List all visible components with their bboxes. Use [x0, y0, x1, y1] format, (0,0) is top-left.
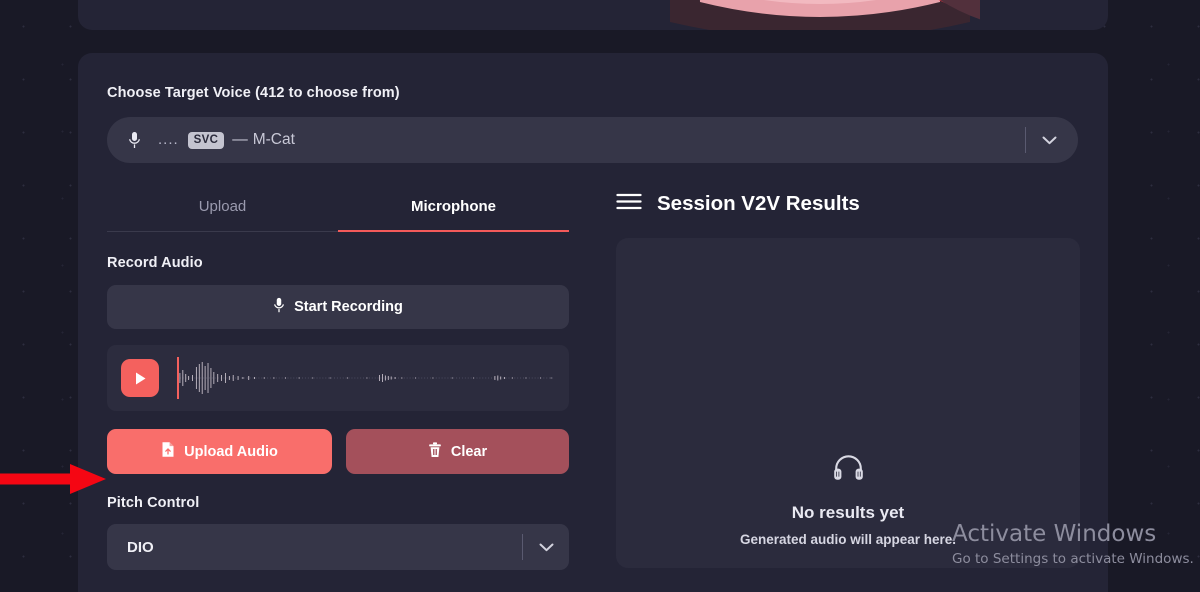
file-upload-icon: [161, 441, 175, 462]
play-button[interactable]: [121, 359, 159, 397]
target-voice-select[interactable]: .... SVC — M-Cat: [107, 117, 1078, 163]
empty-results-title: No results yet: [791, 503, 905, 522]
record-audio-label: Record Audio: [107, 255, 203, 271]
results-header: Session V2V Results: [616, 189, 1078, 216]
tab-upload[interactable]: Upload: [107, 189, 338, 231]
voice-display-name: M-Cat: [252, 131, 295, 148]
results-title: Session V2V Results: [657, 192, 860, 215]
anime-mouth-illustration: [670, 0, 980, 30]
results-panel: No results yet Generated audio will appe…: [616, 238, 1080, 568]
clear-button[interactable]: Clear: [346, 429, 569, 474]
microphone-icon: [273, 297, 285, 318]
audio-action-row: Upload Audio Clear: [107, 429, 569, 474]
empty-results-state: No results yet Generated audio will appe…: [616, 454, 1080, 547]
start-recording-button[interactable]: Start Recording: [107, 285, 569, 329]
tab-microphone[interactable]: Microphone: [338, 189, 569, 232]
choose-target-voice-label: Choose Target Voice (412 to choose from): [107, 85, 400, 101]
play-icon: [135, 372, 145, 384]
clear-label: Clear: [450, 443, 488, 460]
results-column: Session V2V Results No results yet Gener…: [616, 189, 1080, 570]
input-column: Upload Microphone Record Audio Start Rec…: [107, 189, 569, 570]
audio-waveform-player: [107, 345, 569, 411]
hamburger-menu-icon[interactable]: [616, 192, 642, 216]
input-source-tabs: Upload Microphone: [107, 189, 569, 232]
headphones-icon: [833, 455, 864, 485]
voice-preview-card: [78, 0, 1108, 30]
upload-audio-button[interactable]: Upload Audio: [107, 429, 332, 474]
chevron-down-icon[interactable]: [523, 543, 569, 552]
upload-audio-label: Upload Audio: [184, 443, 278, 460]
microphone-icon: [127, 130, 142, 150]
pitch-control-value: DIO: [127, 538, 154, 556]
svc-badge: SVC: [187, 131, 225, 149]
waveform-canvas[interactable]: [177, 354, 555, 402]
voice-separator: —: [232, 131, 248, 148]
chevron-down-icon[interactable]: [1026, 136, 1072, 145]
trash-icon: [428, 441, 442, 462]
voice-name-truncated: ....: [158, 131, 179, 148]
voice-conversion-card: Choose Target Voice (412 to choose from)…: [78, 53, 1108, 592]
empty-results-subtitle: Generated audio will appear here.: [739, 532, 957, 547]
start-recording-label: Start Recording: [294, 299, 403, 315]
pitch-control-label: Pitch Control: [107, 495, 200, 511]
playhead-marker: [177, 357, 179, 399]
pitch-control-select[interactable]: DIO: [107, 524, 569, 570]
